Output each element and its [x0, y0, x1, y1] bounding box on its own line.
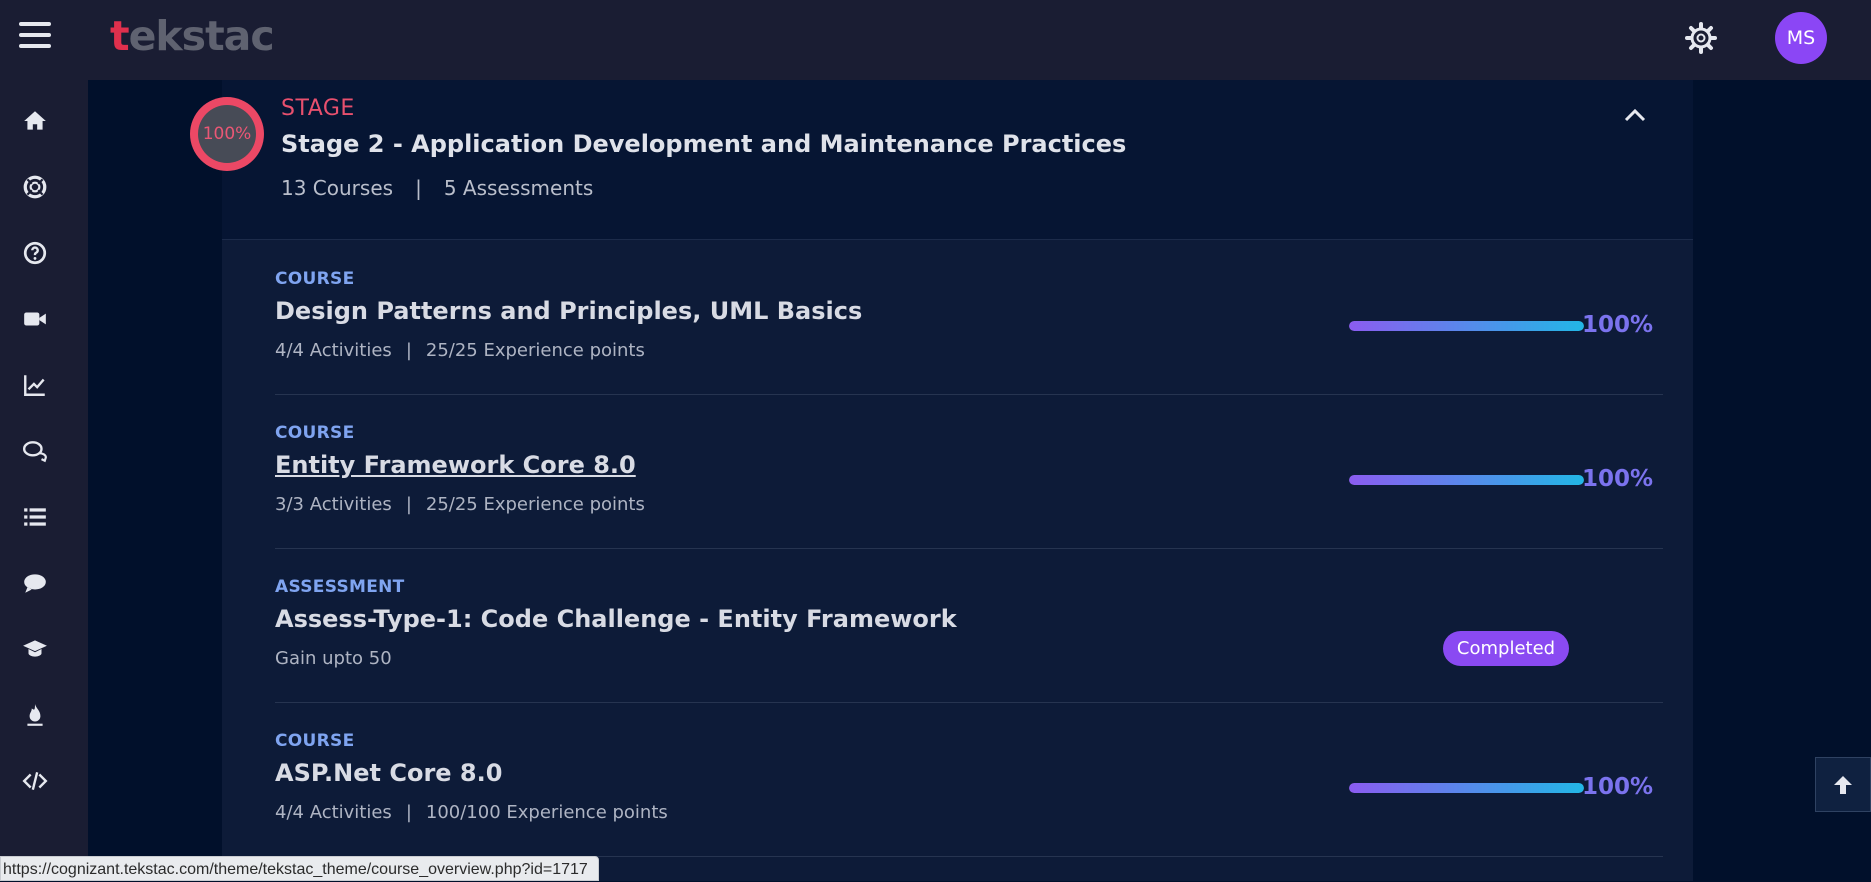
progress-fill	[1349, 475, 1584, 485]
status-bar-url: https://cognizant.tekstac.com/theme/teks…	[0, 856, 599, 881]
stage-progress-ring: 100%	[190, 97, 264, 171]
stage-header[interactable]	[222, 80, 1693, 240]
item-type: ASSESSMENT	[275, 577, 405, 597]
stage-courses-count: 13 Courses	[281, 176, 394, 200]
item-meta: 4/4 Activities | 100/100 Experience points	[275, 802, 668, 823]
arrow-up-icon	[1834, 775, 1852, 794]
home-icon[interactable]	[20, 106, 50, 136]
progress-percent: 100%	[1582, 774, 1654, 800]
list-icon[interactable]	[20, 502, 50, 532]
lifebuoy-icon[interactable]	[20, 172, 50, 202]
stage-meta: 13 Courses | 5 Assessments	[281, 176, 594, 200]
comment-icon[interactable]	[20, 568, 50, 598]
fire-icon[interactable]	[20, 700, 50, 730]
list-item: COURSE Design Patterns and Principles, U…	[275, 240, 1663, 395]
list-item: ASSESSMENT Assess-Type-1: Code Challenge…	[275, 548, 1663, 703]
avatar[interactable]: MS	[1775, 12, 1827, 64]
progress-bar	[1349, 321, 1584, 331]
sidebar	[0, 80, 88, 881]
logo[interactable]: tekstac	[110, 12, 275, 60]
item-title[interactable]: Entity Framework Core 8.0	[275, 451, 636, 479]
chat-bubbles-icon[interactable]	[20, 436, 50, 466]
list-item: COURSE Entity Framework Core 8.0 3/3 Act…	[275, 394, 1663, 549]
video-camera-icon[interactable]	[20, 304, 50, 334]
item-title[interactable]: ASP.Net Core 8.0	[275, 759, 502, 787]
list-item: COURSE ASP.Net Core 8.0 4/4 Activities | 1…	[275, 702, 1663, 857]
progress-percent: 100%	[1582, 312, 1654, 338]
progress-bar	[1349, 783, 1584, 793]
progress-fill	[1349, 321, 1584, 331]
item-type: COURSE	[275, 731, 355, 751]
line-chart-icon[interactable]	[20, 370, 50, 400]
chevron-up-icon[interactable]	[1620, 104, 1650, 126]
status-badge: Completed	[1443, 631, 1569, 666]
code-icon[interactable]	[20, 766, 50, 796]
item-title[interactable]: Assess-Type-1: Code Challenge - Entity F…	[275, 605, 957, 633]
item-title[interactable]: Design Patterns and Principles, UML Basi…	[275, 297, 862, 325]
item-meta: 3/3 Activities | 25/25 Experience points	[275, 494, 645, 515]
hamburger-icon[interactable]	[19, 22, 51, 52]
top-bar: tekstac MS	[0, 0, 1871, 80]
item-meta: Gain upto 50	[275, 648, 392, 669]
stage-progress-label: 100%	[198, 105, 256, 163]
help-circle-icon[interactable]	[20, 238, 50, 268]
progress-bar	[1349, 475, 1584, 485]
item-type: COURSE	[275, 423, 355, 443]
stage-title: Stage 2 - Application Development and Ma…	[281, 130, 1127, 158]
item-meta: 4/4 Activities | 25/25 Experience points	[275, 340, 645, 361]
scroll-to-top-button[interactable]	[1815, 757, 1871, 812]
stage-label: STAGE	[281, 96, 355, 121]
gear-icon[interactable]	[1685, 22, 1717, 54]
stage-assessments-count: 5 Assessments	[443, 176, 594, 200]
graduation-cap-icon[interactable]	[20, 634, 50, 664]
progress-percent: 100%	[1582, 466, 1654, 492]
item-type: COURSE	[275, 269, 355, 289]
progress-fill	[1349, 783, 1584, 793]
